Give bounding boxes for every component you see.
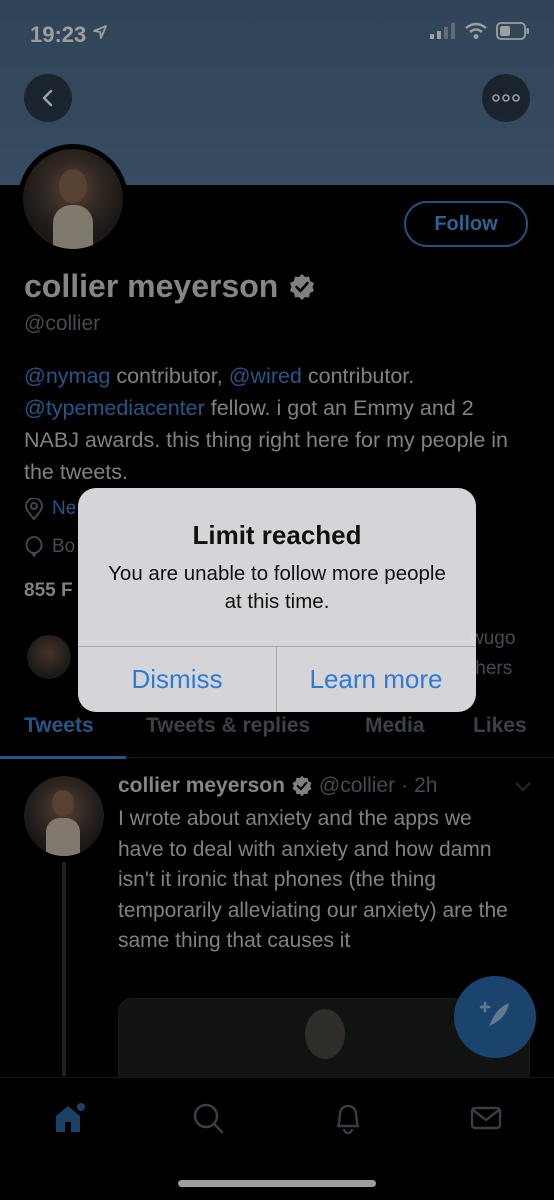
limit-alert-dialog: Limit reached You are unable to follow m…	[78, 488, 476, 712]
dismiss-button[interactable]: Dismiss	[78, 646, 276, 712]
alert-message: You are unable to follow more people at …	[108, 562, 446, 613]
learn-more-button[interactable]: Learn more	[277, 646, 475, 712]
alert-title: Limit reached	[192, 520, 362, 550]
